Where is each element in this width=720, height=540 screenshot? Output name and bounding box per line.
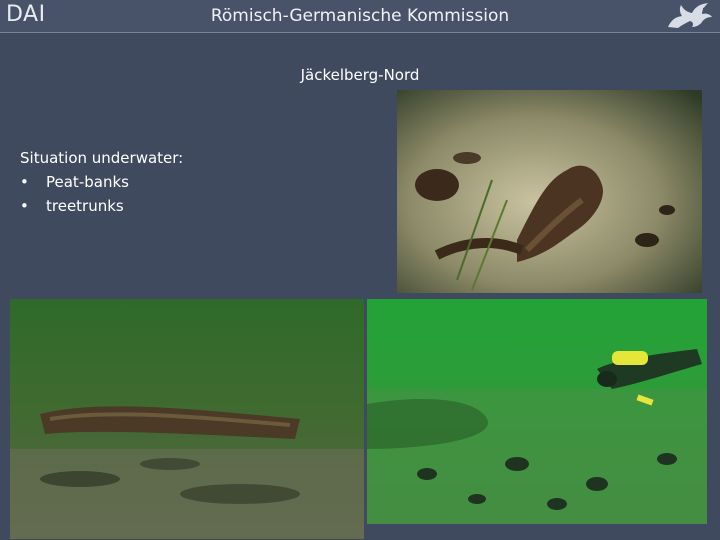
- situation-text-block: Situation underwater: • Peat-banks • tre…: [20, 146, 183, 218]
- bullet-item-peat-banks: • Peat-banks: [20, 170, 183, 194]
- underwater-photo-diver: [367, 299, 707, 524]
- bullet-label: treetrunks: [46, 197, 124, 215]
- header-bar: DAI Römisch-Germanische Kommission: [0, 0, 720, 33]
- bullet-symbol: •: [20, 173, 29, 191]
- situation-intro: Situation underwater:: [20, 149, 184, 167]
- griffin-emblem-icon: [668, 3, 712, 28]
- bullet-symbol: •: [20, 197, 29, 215]
- bullet-item-treetrunks: • treetrunks: [20, 194, 183, 218]
- situation-bullet-list: • Peat-banks • treetrunks: [20, 170, 183, 218]
- bullet-label: Peat-banks: [46, 173, 129, 191]
- underwater-photo-treetrunk: [10, 299, 364, 539]
- underwater-photo-stump: [397, 90, 702, 293]
- header-title: Römisch-Germanische Kommission: [210, 6, 510, 26]
- slide-title: Jäckelberg-Nord: [300, 66, 420, 84]
